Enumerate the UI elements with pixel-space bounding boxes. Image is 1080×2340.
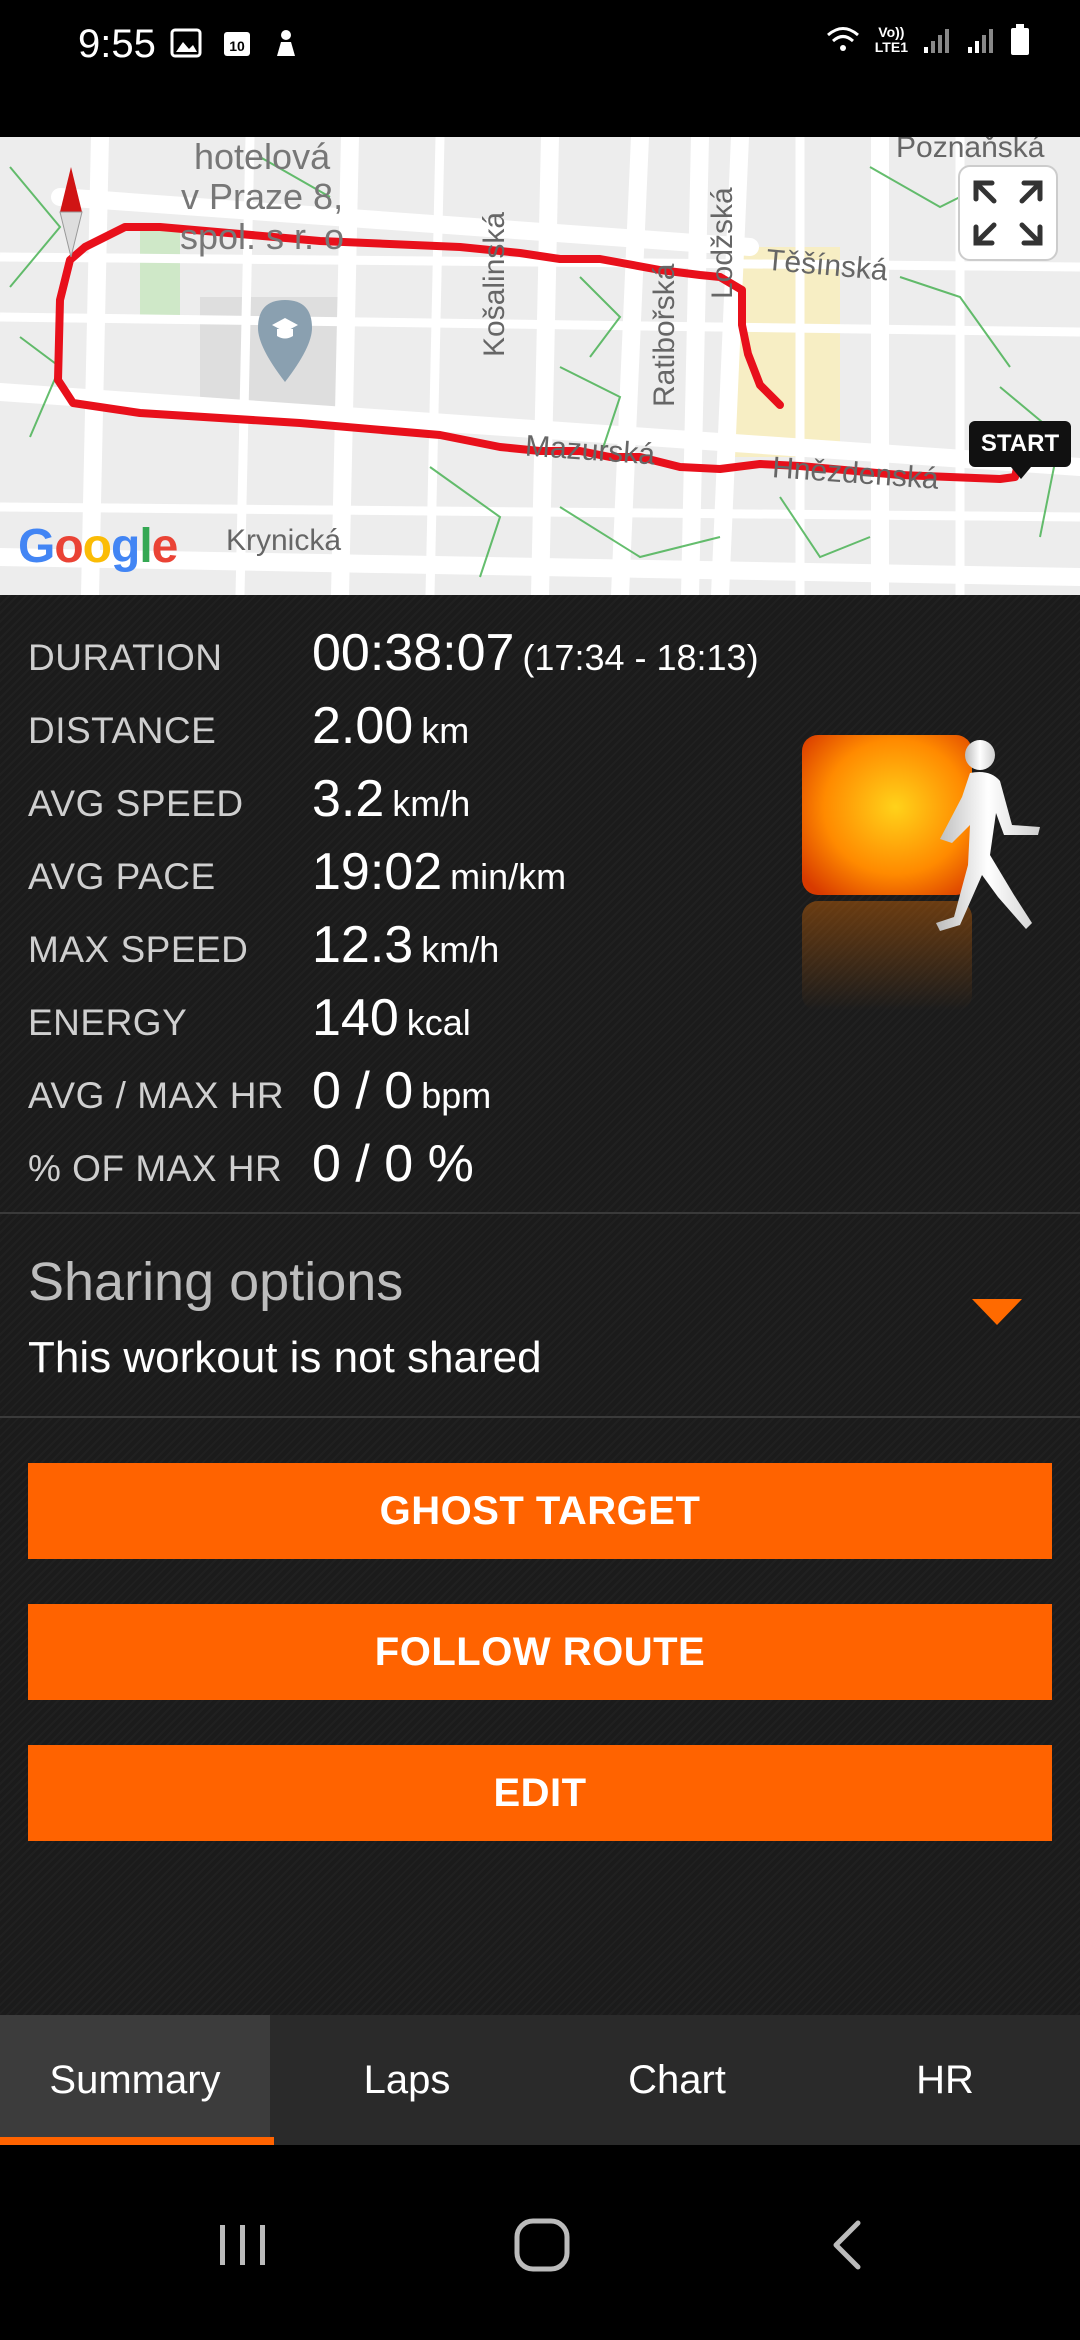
google-logo: Google	[18, 520, 178, 573]
wifi-icon	[826, 27, 859, 51]
expand-icon	[973, 180, 1043, 246]
tab-laps[interactable]: Laps	[272, 2015, 542, 2145]
status-bar: 9:55 10 Vo)) LTE1	[0, 0, 1080, 92]
stat-unit: km/h	[392, 783, 471, 824]
workout-summary-panel: DURATION 00:38:07 (17:34 - 18:13) DISTANC…	[0, 595, 1080, 2015]
stat-max-speed: MAX SPEED 12.3 km/h	[28, 915, 808, 975]
stat-energy: ENERGY 140 kcal	[28, 988, 808, 1048]
stat-label: DURATION	[28, 637, 223, 678]
divider	[0, 1212, 1080, 1214]
stat-value: 19:02 min/km	[312, 843, 567, 901]
stat-unit: min/km	[450, 856, 567, 897]
stat-label: AVG SPEED	[28, 783, 244, 824]
map-street-label: Košalinská	[478, 211, 511, 357]
signal-icon	[924, 29, 949, 53]
stat-label: ENERGY	[28, 1002, 188, 1043]
tab-hr[interactable]: HR	[810, 2015, 1080, 2145]
stat-distance: DISTANCE 2.00 km	[28, 696, 808, 756]
stat-avg-speed: AVG SPEED 3.2 km/h	[28, 769, 808, 829]
follow-route-button[interactable]: FOLLOW ROUTE	[28, 1604, 1052, 1700]
stat-unit: km	[421, 710, 470, 751]
stat-value: 140 kcal	[312, 989, 471, 1047]
status-system-icons: Vo)) LTE1	[825, 24, 1030, 56]
tab-chart[interactable]: Chart	[542, 2015, 812, 2145]
stat-label: AVG PACE	[28, 856, 216, 897]
status-notification-icons: 10	[170, 28, 300, 58]
map-poi-label: hotelová v Praze 8, spol. s r. o	[180, 137, 345, 257]
stat-duration: DURATION 00:38:07 (17:34 - 18:13)	[28, 623, 808, 683]
signal-icon	[968, 29, 993, 53]
stat-unit: km/h	[421, 929, 500, 970]
dropdown-arrow-icon[interactable]	[972, 1299, 1022, 1325]
recent-apps-icon[interactable]	[218, 2215, 268, 2275]
stat-value: 0 / 0 bpm	[312, 1062, 492, 1120]
ghost-target-button[interactable]: GHOST TARGET	[28, 1463, 1052, 1559]
stat-avg-pace: AVG PACE 19:02 min/km	[28, 842, 808, 902]
tab-bar: Summary Laps Chart HR	[0, 2015, 1080, 2145]
stat-label: AVG / MAX HR	[28, 1075, 285, 1116]
walking-sport-icon	[802, 735, 1040, 1011]
battery-icon	[1011, 24, 1029, 55]
stat-unit: bpm	[421, 1075, 492, 1116]
start-marker: START	[969, 421, 1071, 479]
divider	[0, 1416, 1080, 1418]
stat-label: DISTANCE	[28, 710, 217, 751]
system-navigation-bar	[0, 2145, 1080, 2340]
sharing-status: This workout is not shared	[28, 1333, 542, 1382]
edit-button[interactable]: EDIT	[28, 1745, 1052, 1841]
route-map[interactable]: hotelová v Praze 8, spol. s r. o Poznaňs…	[0, 137, 1080, 595]
stat-label: MAX SPEED	[28, 929, 249, 970]
home-icon[interactable]	[513, 2215, 571, 2275]
stat-unit: kcal	[406, 1002, 471, 1043]
stat-label: % OF MAX HR	[28, 1148, 283, 1189]
stat-value: 2.00 km	[312, 697, 470, 755]
stat-percent-max-hr: % OF MAX HR 0 / 0 %	[28, 1134, 808, 1194]
map-street-label: Lodžská	[706, 187, 739, 299]
map-street-label: Ratibořská	[648, 263, 681, 407]
stat-avg-max-hr: AVG / MAX HR 0 / 0 bpm	[28, 1061, 808, 1121]
svg-text:10: 10	[229, 38, 245, 54]
tab-summary[interactable]: Summary	[0, 2015, 274, 2145]
map-street-label: Krynická	[226, 524, 342, 557]
stat-value: 0 / 0 %	[312, 1135, 474, 1193]
map-street-label: Poznaňská	[896, 137, 1045, 164]
stat-unit: (17:34 - 18:13)	[522, 637, 759, 678]
lte-icon: Vo)) LTE1	[874, 24, 908, 55]
sharing-title: Sharing options	[28, 1252, 404, 1312]
image-icon	[170, 28, 202, 58]
stat-value: 00:38:07 (17:34 - 18:13)	[312, 624, 759, 682]
stat-value: 12.3 km/h	[312, 916, 500, 974]
calendar-icon: 10	[224, 32, 250, 56]
person-icon	[277, 30, 295, 56]
fullscreen-button[interactable]	[958, 165, 1058, 261]
status-time: 9:55	[78, 22, 156, 66]
stat-value: 3.2 km/h	[312, 770, 471, 828]
back-icon[interactable]	[826, 2215, 866, 2275]
